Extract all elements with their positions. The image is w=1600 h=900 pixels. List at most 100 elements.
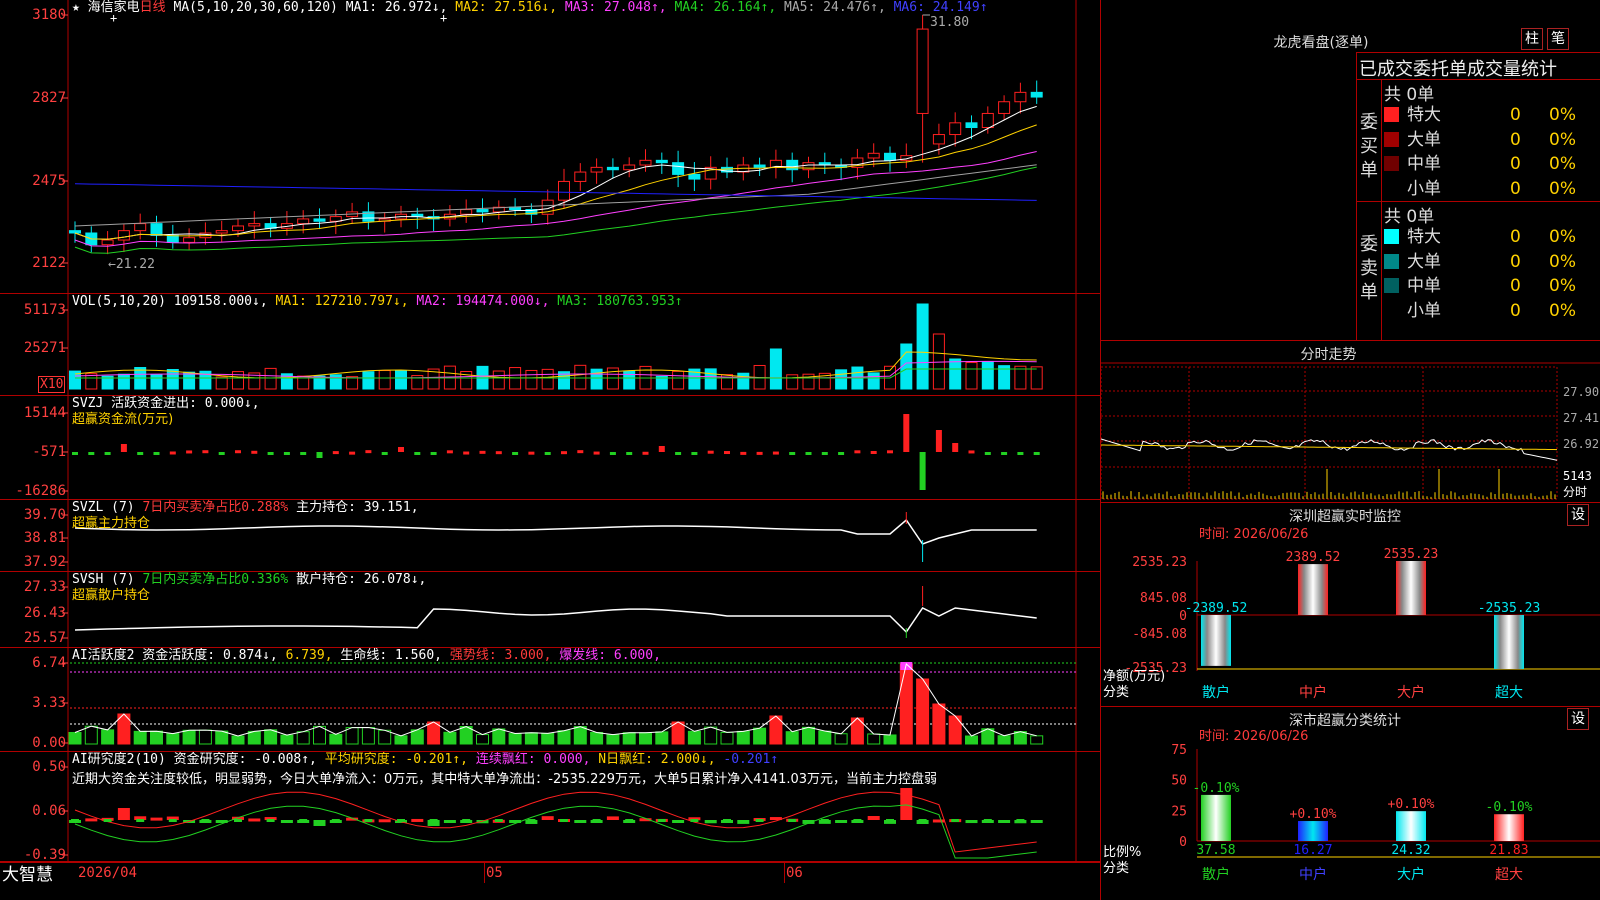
- ai-activity-pane[interactable]: 6.74 3.33 0.00 AI活跃度2 资金活跃度: 0.874↓, 6.7…: [0, 648, 1100, 752]
- x-divider: [784, 863, 785, 883]
- sell-side-label: 委卖单: [1360, 234, 1378, 303]
- fund-flow-bar: [414, 452, 421, 455]
- stats-category: 大户: [1397, 866, 1425, 883]
- activity-bar: [671, 721, 685, 745]
- svzj-y-label: 15144: [23, 405, 66, 421]
- high-price-mark: 31.80: [930, 15, 970, 30]
- candle: [183, 237, 196, 243]
- activity-bar: [541, 732, 555, 745]
- stats-settings-button[interactable]: 设: [1567, 708, 1589, 730]
- research-bar: [932, 819, 945, 823]
- ai2-y-label: 0.06: [32, 803, 66, 819]
- star-icon[interactable]: ★: [72, 0, 80, 15]
- svzj-header: SVZJ 活跃资金进出: 0.000↓, 超赢资金流(万元): [72, 396, 260, 428]
- activity-bar: [573, 726, 587, 745]
- fund-flow-bar: [887, 450, 893, 454]
- monitor-y-label: 845.08: [1140, 591, 1187, 606]
- volume-bar: [329, 374, 342, 390]
- svzl-y-label: 37.92: [23, 554, 66, 570]
- fund-flow-bar: [919, 452, 926, 490]
- order-size-name: 中单: [1407, 154, 1441, 174]
- stats-delta-label: +0.10%: [1388, 797, 1435, 812]
- ai-research-pane[interactable]: 0.50 0.06 -0.39 AI研究度2(10) 资金研究度: -0.008…: [0, 752, 1100, 862]
- monitor-bar: [1201, 615, 1231, 666]
- color-swatch: [1384, 302, 1399, 318]
- activity-bar: [476, 734, 489, 745]
- fund-flow-bar: [658, 446, 665, 452]
- svzl-holding: 主力持仓: 39.151,: [296, 500, 419, 515]
- research-tick: [234, 819, 242, 822]
- research-tick: [951, 819, 960, 822]
- x-divider: [484, 863, 485, 883]
- research-bar: [150, 817, 163, 821]
- lhb-table: 已成交委托单成交量统计 委买单 委卖单 共 0单 共 0单 特大 0 0% 大单 0 0%…: [1356, 52, 1600, 340]
- intraday-chart[interactable]: [1101, 341, 1600, 502]
- category-stats-panel[interactable]: 深市超赢分类统计 设 时间: 2026/06/26 75 50 25 0 -0.10% 3…: [1100, 706, 1600, 900]
- price-y-label: 3180: [32, 7, 66, 23]
- volume-bar: [916, 303, 929, 390]
- svsh-pane[interactable]: 27.33 26.43 25.57 SVSH (7) 7日内买卖净占比0.336…: [0, 572, 1100, 648]
- fund-flow-bar: [1017, 452, 1024, 455]
- activity-bar: [524, 732, 538, 745]
- ai1-lifeline: 生命线: 1.560,: [340, 648, 442, 663]
- fund-flow-bar: [903, 414, 910, 452]
- research-bar: [867, 816, 880, 820]
- order-size-row: 小单 0 0%: [1384, 177, 1599, 201]
- volume-bar: [704, 368, 717, 390]
- volume-pane[interactable]: 51173 25271 X10 VOL(5,10,20) 109158.000↓…: [0, 294, 1100, 396]
- svzl-title: SVZL (7): [72, 500, 135, 515]
- order-size-row: 中单 0 0%: [1384, 274, 1599, 298]
- price-y-label: 2827: [32, 90, 66, 106]
- realtime-monitor-panel[interactable]: 深圳超赢实时监控 设 时间: 2026/06/26 2535.23 845.08 0…: [1100, 502, 1600, 706]
- fund-flow-bar: [169, 451, 176, 455]
- monitor-settings-button[interactable]: 设: [1567, 504, 1589, 526]
- vol-header: VOL(5,10,20) 109158.000↓, MA1: 127210.79…: [72, 294, 683, 310]
- period-label[interactable]: 日线: [140, 0, 166, 15]
- vol-y-label: 51173: [23, 302, 66, 318]
- research-bar: [998, 820, 1011, 823]
- monitor-y-label: 2535.23: [1132, 555, 1187, 570]
- stats-y-label: 25: [1171, 804, 1187, 819]
- intraday-title: 分时走势: [1300, 347, 1357, 363]
- ma6-value: MA6: 24.149↑: [893, 0, 988, 15]
- brand-logo[interactable]: 大智慧: [2, 865, 53, 885]
- activity-bar: [590, 731, 604, 745]
- candle: [232, 225, 244, 232]
- tick-mode-button[interactable]: 笔: [1547, 28, 1569, 50]
- activity-bar: [264, 729, 278, 745]
- research-tick: [494, 819, 503, 822]
- intraday-panel[interactable]: 分时走势 27.90 27.41 26.92 5143 分时: [1100, 340, 1600, 502]
- research-tick: [462, 819, 471, 822]
- svzl-pane[interactable]: 39.70 38.81 37.92 SVZL (7) 7日内买卖净占比0.288…: [0, 500, 1100, 572]
- candle: [574, 171, 587, 182]
- candlestick-chart[interactable]: + +: [0, 0, 1100, 294]
- candle: [1030, 91, 1043, 98]
- candle: [248, 223, 261, 227]
- candle: [606, 166, 619, 171]
- order-size-name: 小单: [1407, 178, 1441, 199]
- stats-bar-chart[interactable]: 75 50 25 0 -0.10% 37.58 散户 +0.10% 16.27 中户 +0.10% 2…: [1101, 707, 1600, 900]
- stock-name[interactable]: 海信家电: [88, 0, 140, 15]
- ai1-y-label: 3.33: [32, 695, 66, 711]
- activity-bar: [231, 735, 245, 745]
- activity-bar: [508, 733, 522, 745]
- monitor-category: 大户: [1397, 684, 1425, 701]
- fund-flow-bar: [512, 452, 519, 455]
- ma5-value: MA5: 24.476↑,: [784, 0, 886, 15]
- activity-bar: [802, 726, 815, 745]
- order-count: 0: [1510, 105, 1521, 125]
- fund-flow-bar: [479, 450, 486, 454]
- svzj-pane[interactable]: 15144 -571 -16286 SVZJ 活跃资金进出: 0.000↓, 超…: [0, 396, 1100, 500]
- monitor-bar-chart[interactable]: 2535.23845.080-845.08-2535.23-2389.52散户2…: [1101, 503, 1600, 706]
- bar-mode-button[interactable]: 柱: [1521, 28, 1543, 50]
- volume-bar: [264, 367, 277, 390]
- price-pane[interactable]: + + 3180 2827 2475 2122 ★ 海信家电日线 MA(5,10,…: [0, 0, 1100, 294]
- volume-bar: [769, 348, 782, 390]
- research-tick: [560, 819, 568, 822]
- stats-bar: [1396, 811, 1426, 841]
- research-tick: [723, 819, 731, 822]
- dragon-tiger-panel: 龙虎看盘(逐单) 柱 笔 已成交委托单成交量统计 委买单 委卖单 共 0单 共 …: [1100, 0, 1600, 340]
- activity-bar: [916, 678, 930, 745]
- monitor-bar-label: 2389.52: [1286, 550, 1341, 565]
- research-tick: [918, 819, 927, 822]
